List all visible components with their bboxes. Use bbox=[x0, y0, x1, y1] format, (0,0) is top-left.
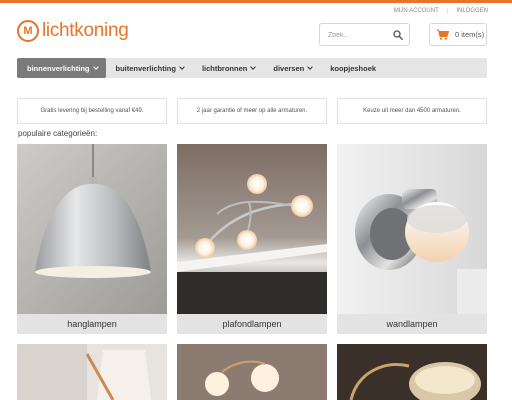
category-label: wandlampen bbox=[337, 314, 487, 334]
chevron-down-icon bbox=[92, 63, 99, 70]
usp-free-delivery: Gratis levering bij bestelling vanaf €49… bbox=[17, 98, 167, 124]
lamp-image bbox=[337, 344, 487, 400]
logo-mark-icon: M bbox=[17, 20, 39, 42]
nav-item-koopjeshoek[interactable]: koopjeshoek bbox=[320, 58, 384, 78]
category-tile-wandlampen[interactable]: wandlampen bbox=[337, 144, 487, 334]
nav-item-binnenverlichting[interactable]: binnenverlichting bbox=[17, 58, 106, 78]
my-account-link[interactable]: MIJN ACCOUNT bbox=[394, 8, 439, 14]
nav-item-lichtbronnen[interactable]: lichtbronnen bbox=[192, 58, 263, 78]
category-tile-hanglampen[interactable]: hanglampen bbox=[17, 144, 167, 334]
login-link[interactable]: INLOGGEN bbox=[456, 8, 488, 14]
nav-item-diversen[interactable]: diversen bbox=[263, 58, 320, 78]
plafondlamp-image bbox=[177, 144, 327, 314]
search-input[interactable] bbox=[320, 25, 388, 46]
category-label: hanglampen bbox=[17, 314, 167, 334]
cart-button[interactable]: 0 item(s) bbox=[429, 23, 487, 46]
nav-item-buitenverlichting[interactable]: buitenverlichting bbox=[106, 58, 192, 78]
main-nav: binnenverlichting buitenverlichting lich… bbox=[17, 58, 487, 78]
wandlamp-image bbox=[337, 144, 487, 314]
category-label: plafondlampen bbox=[177, 314, 327, 334]
category-tile-row2-1[interactable] bbox=[17, 344, 167, 400]
lamp-image bbox=[177, 344, 327, 400]
category-tile-plafondlampen[interactable]: plafondlampen bbox=[177, 144, 327, 334]
category-tile-row2-2[interactable] bbox=[177, 344, 327, 400]
separator: | bbox=[446, 8, 449, 14]
usp-warranty: 2 jaar garantie of meer op alle armature… bbox=[177, 98, 327, 124]
account-links: MIJN ACCOUNT | INLOGGEN bbox=[394, 8, 488, 14]
lamp-image bbox=[17, 344, 167, 400]
logo-text: lichtkoning bbox=[42, 20, 129, 41]
usp-choice: Keuze uit meer dan 4500 armaturen. bbox=[337, 98, 487, 124]
search-box bbox=[319, 23, 410, 46]
section-title: populaire categorieën: bbox=[18, 129, 98, 138]
top-accent-bar bbox=[0, 0, 512, 3]
category-tile-row2-3[interactable] bbox=[337, 344, 487, 400]
chevron-down-icon bbox=[250, 63, 257, 70]
chevron-down-icon bbox=[179, 63, 185, 70]
logo[interactable]: M lichtkoning bbox=[17, 20, 129, 42]
chevron-down-icon bbox=[307, 63, 314, 70]
cart-count: 0 item(s) bbox=[455, 30, 485, 39]
cart-icon bbox=[436, 29, 449, 40]
hanglamp-image bbox=[17, 144, 167, 314]
search-icon[interactable] bbox=[393, 30, 403, 40]
